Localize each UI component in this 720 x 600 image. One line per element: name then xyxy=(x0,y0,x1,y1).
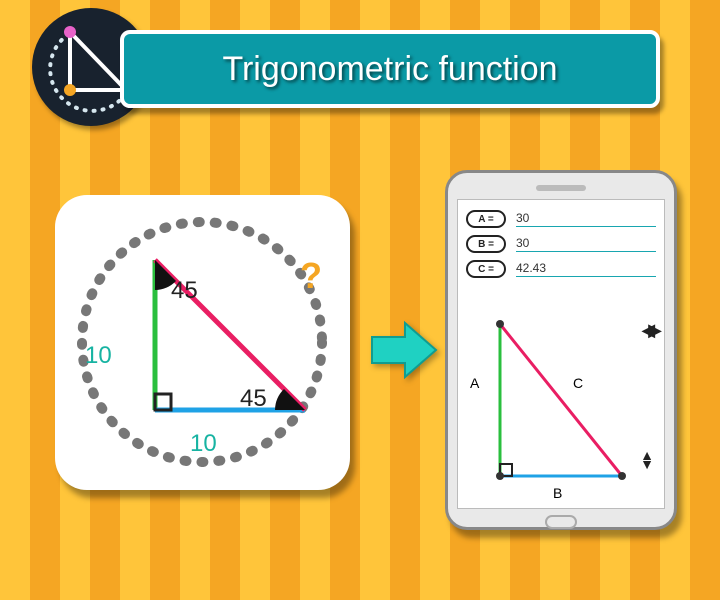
vertical-stepper-icon[interactable]: ▲▼ xyxy=(640,451,654,468)
phone-mockup: A = 30 B = 30 C = 42.43 A B C ◀ ▶ ▲▼ xyxy=(445,170,677,530)
phone-speaker-icon xyxy=(536,185,586,191)
problem-triangle-icon xyxy=(125,250,325,450)
page-title-banner: Trigonometric function xyxy=(120,30,660,108)
pill-b: B = xyxy=(466,235,506,253)
angle-right-label: 45 xyxy=(240,385,267,413)
value-row-b: B = 30 xyxy=(466,235,656,253)
phone-home-button[interactable] xyxy=(545,515,577,529)
horizontal-stepper-icon[interactable]: ◀ ▶ xyxy=(641,320,656,341)
side-left-label: 10 xyxy=(85,342,112,370)
page-title: Trigonometric function xyxy=(222,50,557,89)
pill-c: C = xyxy=(466,260,506,278)
value-row-a: A = 30 xyxy=(466,210,656,228)
arrow-right-icon xyxy=(370,320,440,380)
phone-triangle-icon xyxy=(472,316,632,496)
tri-label-b: B xyxy=(553,485,562,501)
angle-top-label: 45 xyxy=(171,277,198,305)
side-bottom-label: 10 xyxy=(190,430,217,458)
value-b: 30 xyxy=(516,236,656,252)
pill-a: A = xyxy=(466,210,506,228)
phone-screen: A = 30 B = 30 C = 42.43 A B C ◀ ▶ ▲▼ xyxy=(457,199,665,509)
value-row-c: C = 42.43 xyxy=(466,260,656,278)
value-a: 30 xyxy=(516,211,656,227)
tri-label-c: C xyxy=(573,375,583,391)
value-c: 42.43 xyxy=(516,261,656,277)
tri-label-a: A xyxy=(470,375,479,391)
problem-card: 10 10 45 45 ? xyxy=(55,195,350,490)
unknown-marker: ? xyxy=(300,255,322,297)
